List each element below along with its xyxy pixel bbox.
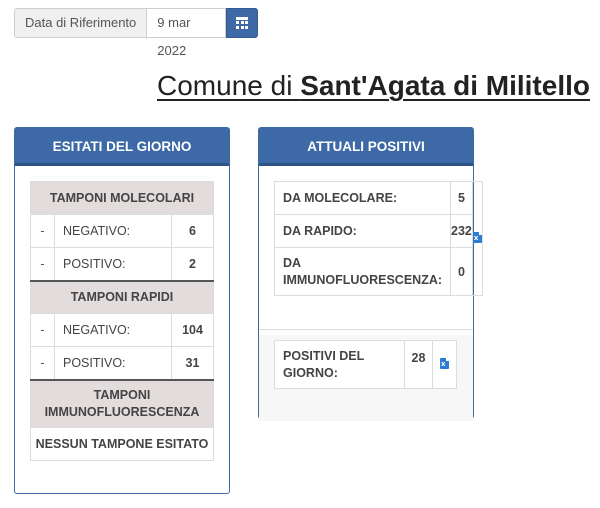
row-label: DA MOLECOLARE: — [274, 181, 451, 215]
excel-file-icon[interactable]: x — [440, 357, 449, 369]
row-value: 104 — [171, 313, 214, 347]
date-picker: Data di Riferimento 9 mar 2022 — [14, 8, 259, 58]
row-label: POSITIVO: — [54, 247, 172, 281]
attuali-panel: ATTUALI POSITIVI DA MOLECOLARE: 5 x DA R… — [258, 127, 483, 421]
row-value: 0 — [450, 247, 473, 296]
row-label: POSITIVO: — [54, 346, 172, 380]
export-cell: x — [471, 181, 483, 296]
table-row: - POSITIVO: 31 — [30, 346, 214, 380]
row-value: 5 — [450, 181, 473, 215]
row-dash: - — [30, 214, 55, 248]
title-prefix: Comune di — [157, 70, 293, 101]
positivi-giorno-table: POSITIVI DEL GIORNO: 28 x — [274, 340, 457, 389]
table-row: POSITIVI DEL GIORNO: 28 x — [274, 340, 457, 389]
esitati-panel: ESITATI DEL GIORNO TAMPONI MOLECOLARI - … — [14, 127, 230, 494]
positivi-giorno-label: POSITIVI DEL GIORNO: — [274, 340, 405, 389]
esitati-heading: ESITATI DEL GIORNO — [15, 128, 229, 166]
table-row: DA RAPIDO: 232 — [274, 214, 483, 248]
section-rapidi: TAMPONI RAPIDI — [30, 279, 214, 314]
page-title: Comune di Sant'Agata di Militello — [157, 70, 590, 102]
row-value: 6 — [171, 214, 214, 248]
section-molecolari: TAMPONI MOLECOLARI — [30, 181, 214, 215]
row-dash: - — [30, 313, 55, 347]
export-cell: x — [432, 340, 457, 389]
table-row: DA IMMUNOFLUORESCENZA: 0 — [274, 247, 483, 296]
row-dash: - — [30, 346, 55, 380]
row-value: 31 — [171, 346, 214, 380]
attuali-heading: ATTUALI POSITIVI — [259, 128, 473, 166]
row-value: 2 — [171, 247, 214, 281]
row-value: 232 — [450, 214, 473, 248]
calendar-icon — [236, 17, 249, 29]
date-label: Data di Riferimento — [14, 8, 147, 38]
row-label: DA RAPIDO: — [274, 214, 451, 248]
table-row: DA MOLECOLARE: 5 x — [274, 181, 483, 296]
row-label: NEGATIVO: — [54, 313, 172, 347]
table-row: - POSITIVO: 2 — [30, 247, 214, 281]
esitati-table: TAMPONI MOLECOLARI - NEGATIVO: 6 - POSIT… — [30, 181, 214, 461]
date-input[interactable]: 9 mar 2022 — [146, 8, 227, 58]
positivi-giorno-value: 28 — [404, 340, 433, 389]
no-results-text: NESSUN TAMPONE ESITATO — [30, 427, 214, 461]
row-dash: - — [30, 247, 55, 281]
calendar-button[interactable] — [226, 8, 259, 38]
table-row: - NEGATIVO: 104 — [30, 313, 214, 347]
row-label: NEGATIVO: — [54, 214, 172, 248]
section-immuno: TAMPONI IMMUNOFLUORESCENZA — [30, 378, 214, 428]
title-name: Sant'Agata di Militello — [300, 70, 590, 101]
attuali-table: DA MOLECOLARE: 5 x DA RAPIDO: 232 DA IMM… — [274, 181, 483, 296]
row-label: DA IMMUNOFLUORESCENZA: — [274, 247, 451, 296]
excel-file-icon[interactable]: x — [472, 231, 482, 243]
divider — [259, 329, 473, 330]
table-row: - NEGATIVO: 6 — [30, 214, 214, 248]
